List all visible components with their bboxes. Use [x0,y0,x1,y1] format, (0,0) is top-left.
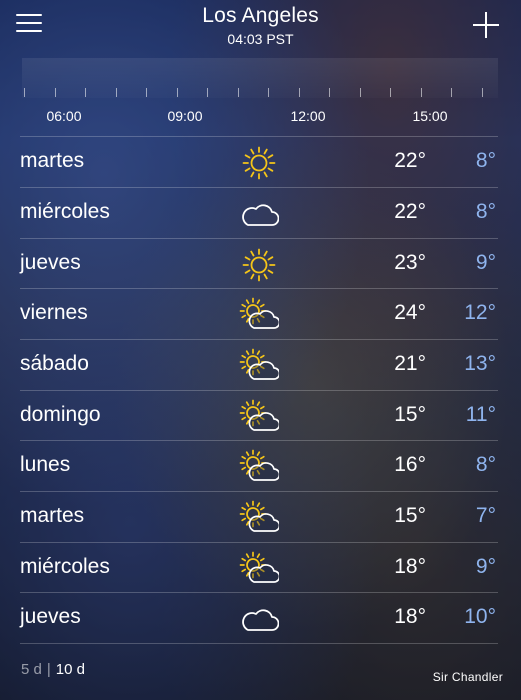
forecast-row[interactable]: lunes 16° 8° [20,440,498,491]
hourly-forecast[interactable]: 06:00 09:00 12:00 15:00 [22,58,498,130]
day-name: martes [20,504,85,527]
partly-cloudy-icon [239,500,281,536]
high-temp: 16° [394,453,426,476]
forecast-row[interactable]: martes 22° 8° [20,136,498,187]
day-name: miércoles [20,200,110,223]
range-option-5-days[interactable]: 5 d [21,661,42,678]
hour-tick [237,88,239,97]
high-temp: 22° [394,200,426,223]
low-temp: 12° [464,301,496,324]
high-temp: 15° [394,504,426,527]
hour-label: 06:00 [46,108,82,124]
high-temp: 18° [394,605,426,628]
low-temp: 8° [475,149,496,172]
forecast-row[interactable]: martes 15° 7° [20,491,498,542]
hour-tick [390,88,391,97]
cloud-icon [239,601,280,637]
partly-cloudy-icon [239,399,281,435]
low-temp: 11° [465,403,496,426]
local-time: 04:03 PST [227,31,294,47]
city-name: Los Angeles [202,4,319,27]
low-temp: 13° [464,352,496,375]
cloud-icon [239,196,280,232]
hour-tick [451,88,452,97]
hour-tick [146,88,147,97]
forecast-row[interactable]: miércoles 18° 9° [20,542,498,593]
low-temp: 8° [475,453,496,476]
forecast-row[interactable]: sábado 21° 13° [20,339,498,390]
plus-icon[interactable] [470,8,502,40]
high-temp: 21° [394,352,426,375]
high-temp: 22° [394,149,426,172]
range-option-10-days[interactable]: 10 d [56,661,85,678]
day-name: martes [20,149,85,172]
hourly-ticks [22,88,498,98]
forecast-row[interactable]: domingo 15° 11° [20,390,498,441]
hour-tick [329,88,330,97]
range-separator: | [46,661,51,678]
hour-label: 12:00 [290,108,326,124]
range-toggle: 5 d | 10 d [21,661,85,678]
hour-tick [54,88,56,97]
hour-tick [85,88,86,97]
hour-tick [24,88,25,97]
hour-tick [298,88,300,97]
day-name: miércoles [20,555,110,578]
partly-cloudy-icon [239,551,281,587]
hour-tick [176,88,178,97]
forecast-row[interactable]: miércoles 22° 8° [20,187,498,238]
partly-cloudy-icon [239,449,281,485]
low-temp: 8° [475,200,496,223]
hour-tick [115,88,117,97]
day-name: jueves [20,605,81,628]
watermark: Sir Chandler [432,670,503,684]
high-temp: 24° [394,301,426,324]
forecast-row[interactable]: viernes 24° 12° [20,288,498,339]
day-name: lunes [20,453,71,476]
hour-tick [420,88,422,97]
high-temp: 18° [394,555,426,578]
partly-cloudy-icon [239,348,281,384]
partly-cloudy-icon [239,297,281,333]
day-name: domingo [20,403,101,426]
day-name: sábado [20,352,89,375]
list-divider [20,643,498,644]
hour-tick [359,88,361,97]
high-temp: 23° [394,251,426,274]
sun-icon [239,145,279,181]
header: Los Angeles 04:03 PST [0,0,521,60]
high-temp: 15° [394,403,426,426]
low-temp: 10° [464,605,496,628]
forecast-row[interactable]: jueves 23° 9° [20,238,498,289]
low-temp: 7° [475,504,496,527]
low-temp: 9° [475,251,496,274]
low-temp: 9° [475,555,496,578]
forecast-row[interactable]: jueves 18° 10° [20,592,498,643]
hour-label: 15:00 [412,108,448,124]
day-name: jueves [20,251,81,274]
hour-tick [481,88,483,97]
hour-tick [207,88,208,97]
hour-label: 09:00 [167,108,203,124]
day-name: viernes [20,301,88,324]
hour-tick [268,88,269,97]
sun-icon [239,247,279,283]
